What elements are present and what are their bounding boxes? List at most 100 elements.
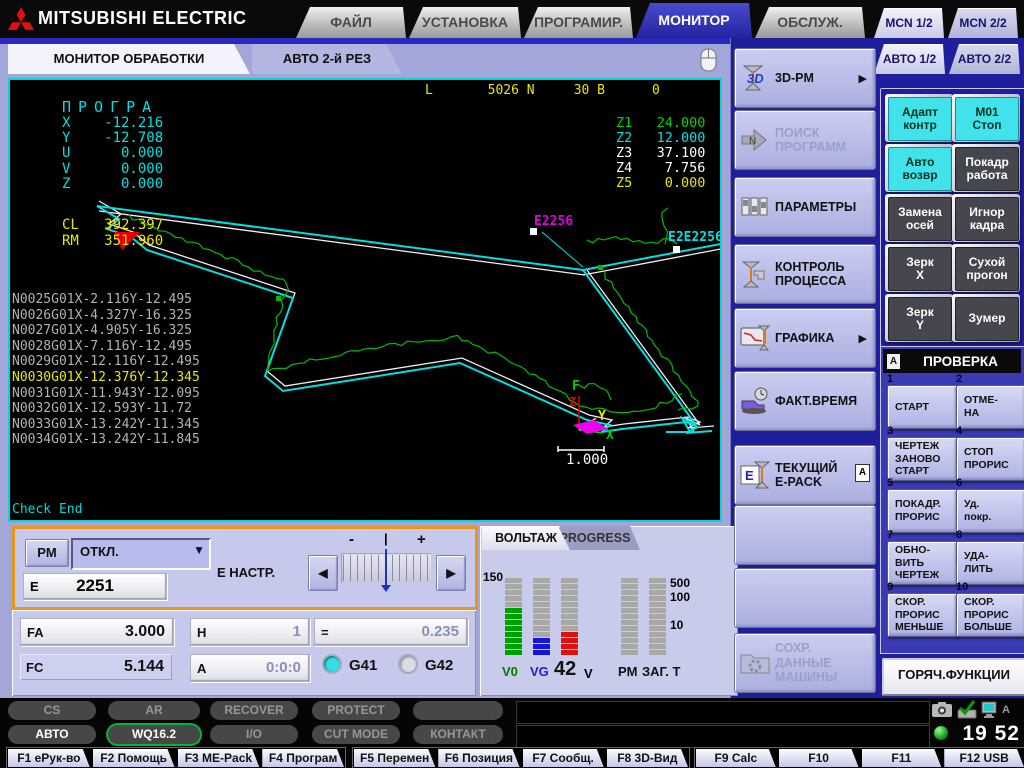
a-field[interactable]: A 0:0:0	[190, 654, 310, 682]
fa-field[interactable]: FA 3.000	[20, 618, 174, 646]
g41-radio[interactable]	[324, 656, 340, 672]
nc-status-line: L 5026 N 30 B 0	[425, 83, 660, 98]
tab-voltage[interactable]: ВОЛЬТАЖ	[482, 526, 570, 550]
sidebar-item-8[interactable]	[734, 505, 876, 565]
tab-mcn-1[interactable]: MCN 1/2	[874, 8, 944, 38]
fc-label: FC	[26, 660, 43, 675]
status-pill-wq16.2: WQ16.2	[108, 725, 200, 744]
toggle-авто-возвр[interactable]: Авто возвр	[885, 144, 953, 192]
proverka-button-3[interactable]: ЧЕРТЕЖ ЗАНОВО СТАРТ	[887, 437, 958, 481]
g42-radio[interactable]	[400, 656, 416, 672]
svg-text:Y: Y	[598, 409, 606, 424]
z-row: Z1 24.000	[616, 116, 705, 131]
tab-програмир[interactable]: ПРОГРАМИР.	[524, 7, 633, 38]
tab-монитор[interactable]: МОНИТОР	[636, 3, 752, 38]
z-row: Z3 37.100	[616, 146, 705, 161]
proverka-button-6[interactable]: Уд. покр.	[956, 489, 1024, 533]
tab-auto-1[interactable]: АВТО 1/2	[874, 44, 945, 74]
sidebar-item-7[interactable]: E ТЕКУЩИЙ E-PACK A	[734, 445, 876, 505]
proverka-button-4[interactable]: СТОП ПРОРИС	[956, 437, 1024, 481]
tab-auto-2[interactable]: АВТО 2/2	[949, 44, 1020, 74]
e-adjust-slider[interactable]: - + |	[341, 531, 431, 593]
svg-text:E: E	[745, 468, 754, 483]
fkey-f4[interactable]: F4 Програм	[262, 749, 344, 767]
chevron-down-icon: ▼	[193, 543, 205, 557]
toggle-зерк-y[interactable]: Зерк Y	[885, 294, 953, 342]
proverka-button-9[interactable]: СКОР. ПРОРИС МЕНЬШЕ	[887, 593, 958, 637]
proverka-button-5[interactable]: ПОКАДР. ПРОРИС	[887, 489, 958, 533]
proverka-num: 5	[887, 477, 893, 489]
program-listing: N0025G01X-2.116Y-12.495N0026G01X-4.327Y-…	[12, 292, 200, 448]
fkey-f6[interactable]: F6 Позиция	[438, 749, 519, 767]
graphics-icon	[735, 324, 775, 352]
fkey-f1[interactable]: F1 еРук-во	[8, 749, 90, 767]
tab-файл[interactable]: ФАЙЛ	[296, 7, 406, 38]
sidebar-item-10[interactable]: СОХР. ДАННЫЕ МАШИНЫ	[734, 633, 876, 693]
proverka-button-10[interactable]: СКОР. ПРОРИС БОЛЬШЕ	[956, 593, 1024, 637]
toggle-зерк-x[interactable]: Зерк X	[885, 244, 953, 292]
sidebar-item-label: СОХР. ДАННЫЕ МАШИНЫ	[775, 641, 837, 684]
pm-mode-dropdown[interactable]: ОТКЛ. ▼	[71, 538, 211, 570]
fkey-f3[interactable]: F3 ME-Pack	[178, 749, 260, 767]
sidebar-item-1[interactable]: 3D3D-PM▶	[734, 48, 876, 108]
subtab-2[interactable]: АВТО 2-й РЕЗ	[252, 44, 402, 74]
proverka-button-1[interactable]: СТАРТ	[887, 385, 958, 429]
toggle-сухой-прогон[interactable]: Сухой прогон	[952, 244, 1020, 292]
program-line: N0031G01X-11.943Y-12.095	[12, 386, 200, 402]
toggle-адапт-контр[interactable]: Адапт контр	[885, 94, 953, 142]
fkey-f12[interactable]: F12 USB	[944, 749, 1024, 767]
svg-text:3D: 3D	[747, 71, 764, 86]
pm-label: PM	[25, 539, 69, 567]
sidebar-item-2[interactable]: NПОИСК ПРОГРАММ	[734, 110, 876, 170]
proverka-button-7[interactable]: ОБНО- ВИТЬ ЧЕРТЕЖ	[887, 541, 958, 585]
svg-text:Z: Z	[569, 395, 576, 409]
fkey-f7[interactable]: F7 Сообщ.	[523, 749, 604, 767]
cl-rm-values: CL 392.397 RM 351.960	[62, 218, 163, 249]
sidebar-item-6[interactable]: ФАКТ.ВРЕМЯ	[734, 371, 876, 431]
svg-text:F: F	[572, 379, 580, 394]
fkey-f8[interactable]: F8 3D-Вид	[607, 749, 688, 767]
keyboard-check-icon	[956, 700, 978, 720]
sidebar-item-label: ТЕКУЩИЙ E-PACK	[775, 461, 837, 490]
e-adjust-decrease-button[interactable]: ◀	[308, 555, 338, 591]
toggle-покадр-работа[interactable]: Покадр работа	[952, 144, 1020, 192]
eq-field[interactable]: = 0.235	[314, 618, 468, 646]
h-field[interactable]: H 1	[190, 618, 310, 646]
toggle-замена-осей[interactable]: Замена осей	[885, 194, 953, 242]
sidebar-item-3[interactable]: ПАРАМЕТРЫ	[734, 177, 876, 237]
status-pill-cs: CS	[8, 701, 96, 720]
meter-bar	[561, 578, 578, 656]
toggle-зумер[interactable]: Зумер	[952, 294, 1020, 342]
toggle-м01-стоп[interactable]: М01 Стоп	[952, 94, 1020, 142]
tab-установка[interactable]: УСТАНОВКА	[409, 7, 521, 38]
fkey-f11[interactable]: F11	[862, 749, 942, 767]
tab-mcn-2[interactable]: MCN 2/2	[948, 8, 1018, 38]
tab-обслуж[interactable]: ОБСЛУЖ.	[755, 7, 865, 38]
e-code-field[interactable]: E 2251	[23, 573, 167, 600]
program-line: N0025G01X-2.116Y-12.495	[12, 292, 200, 308]
meter-bar	[533, 578, 550, 656]
fkey-f10[interactable]: F10	[779, 749, 859, 767]
subtab-1[interactable]: МОНИТОР ОБРАБОТКИ	[8, 44, 250, 74]
slider-pointer[interactable]	[385, 549, 387, 587]
toggle-игнор-кадра[interactable]: Игнор кадра	[952, 194, 1020, 242]
a-label: A	[197, 661, 206, 676]
sidebar-item-5[interactable]: ГРАФИКА▶	[734, 308, 876, 368]
fkey-f2[interactable]: F2 Помощь	[93, 749, 175, 767]
meter-label: V0	[502, 664, 518, 679]
pm-panel: PM ОТКЛ. ▼ E 2251 Е НАСТР. ◀ - + | ▶	[12, 526, 478, 610]
hot-functions-button[interactable]: ГОРЯЧ.ФУНКЦИИ	[882, 658, 1024, 696]
e-adjust-increase-button[interactable]: ▶	[436, 555, 466, 591]
machining-display: E2256E2E2256ZFXY1.000 L 5026 N 30 B 0 ПР…	[8, 78, 722, 522]
sidebar-item-9[interactable]	[734, 568, 876, 628]
sidebar-item-4[interactable]: КОНТРОЛЬ ПРОЦЕССА	[734, 244, 876, 304]
fkey-f5[interactable]: F5 Перемен	[354, 749, 435, 767]
pm-mode-value: ОТКЛ.	[80, 544, 119, 559]
camera-icon[interactable]	[932, 702, 952, 718]
proverka-button-8[interactable]: УДА- ЛИТЬ	[956, 541, 1024, 585]
a-badge: A	[855, 464, 870, 482]
program-coordinates: X -12.216 Y -12.708 U 0.000 V 0.000 Z 0.…	[62, 116, 163, 192]
proverka-button-2[interactable]: ОТМЕ- НА	[956, 385, 1024, 429]
fkey-f9[interactable]: F9 Calc	[696, 749, 776, 767]
3d-pm-icon: 3D	[735, 63, 775, 93]
